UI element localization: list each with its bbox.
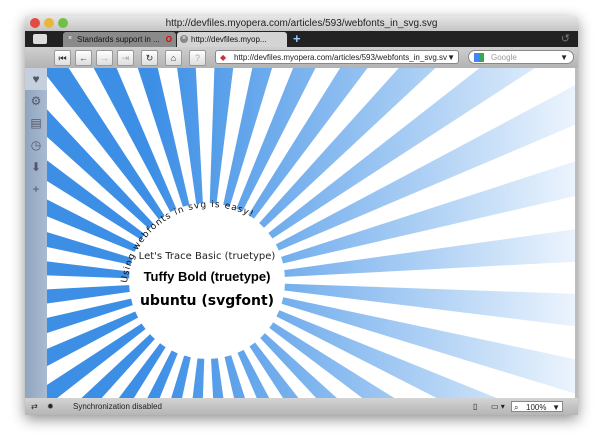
status-bar: ⇄ ✹ Synchronization disabled ▯ ▭ ▾ ⌕ 100%… xyxy=(25,398,578,415)
forward-button[interactable]: → xyxy=(96,50,113,66)
line-tuffy-bold: Tuffy Bold (truetype) xyxy=(144,269,271,284)
window-title: http://devfiles.myopera.com/articles/593… xyxy=(165,18,438,29)
close-button[interactable] xyxy=(30,18,40,28)
page-content: Using webfonts in svg is easy! Let's Tra… xyxy=(47,68,575,398)
title-bar: http://devfiles.myopera.com/articles/593… xyxy=(25,16,578,31)
chevron-down-icon[interactable]: ▼ xyxy=(447,51,455,63)
add-panel-icon[interactable]: + xyxy=(25,178,47,200)
browser-window: http://devfiles.myopera.com/articles/593… xyxy=(25,16,578,415)
download-icon[interactable]: ⬇ xyxy=(25,156,47,178)
new-tab-button[interactable]: + xyxy=(293,31,301,47)
toolbar: ⏮ ← → ⇥ ↻ ⌂ ? ◆ http://devfiles.myopera.c… xyxy=(25,47,578,68)
panel-sidebar: ♥ ⚙ ▤ ◷ ⬇ + xyxy=(25,68,47,398)
tab-bar: × Standards support in ... O × http://devfi… xyxy=(25,31,578,47)
unite-icon[interactable]: ✹ xyxy=(47,398,54,415)
panel-toggle-icon[interactable] xyxy=(33,34,47,44)
status-text: Synchronization disabled xyxy=(73,402,162,411)
line-trace-basic: Let's Trace Basic (truetype) xyxy=(139,251,276,262)
magnifier-icon: ⌕ xyxy=(514,403,519,412)
zoom-select[interactable]: ⌕ 100% ▼ xyxy=(511,401,563,412)
fast-forward-button[interactable]: ⇥ xyxy=(117,50,134,66)
chevron-down-icon[interactable]: ▼ xyxy=(560,51,568,65)
zoom-button[interactable] xyxy=(58,18,68,28)
page-info-icon[interactable]: ▯ xyxy=(473,398,477,415)
notes-icon[interactable]: ▤ xyxy=(25,112,47,134)
gear-icon[interactable]: ⚙ xyxy=(25,90,47,112)
heart-icon[interactable]: ♥ xyxy=(25,68,47,90)
clock-icon[interactable]: ◷ xyxy=(25,134,47,156)
rewind-button[interactable]: ⏮ xyxy=(54,50,71,66)
back-button[interactable]: ← xyxy=(75,50,92,66)
chevron-down-icon: ▼ xyxy=(552,403,560,412)
minimize-button[interactable] xyxy=(44,18,54,28)
closed-tabs-icon[interactable]: ↺ xyxy=(561,32,570,46)
tab-standards[interactable]: × Standards support in ... O xyxy=(63,32,176,47)
reload-button[interactable]: ↻ xyxy=(141,50,158,66)
tab-active[interactable]: × http://devfiles.myop... xyxy=(177,32,287,47)
address-field[interactable]: ◆ http://devfiles.myopera.com/articles/59… xyxy=(215,50,459,64)
line-ubuntu: ubuntu (svgfont) xyxy=(140,293,274,309)
search-field[interactable]: Google ▼ xyxy=(468,50,574,64)
sync-icon[interactable]: ⇄ xyxy=(31,398,38,415)
sunburst-svg: Using webfonts in svg is easy! Let's Tra… xyxy=(47,68,575,398)
tab-close-icon[interactable]: × xyxy=(180,35,188,43)
home-button[interactable]: ⌂ xyxy=(165,50,182,66)
tab-close-icon[interactable]: × xyxy=(66,35,74,43)
wand-button[interactable]: ? xyxy=(189,50,206,66)
google-icon xyxy=(474,53,484,62)
view-icon[interactable]: ▭ ▾ xyxy=(491,398,505,415)
page-icon: ◆ xyxy=(220,53,227,62)
opera-icon: O xyxy=(165,35,172,44)
